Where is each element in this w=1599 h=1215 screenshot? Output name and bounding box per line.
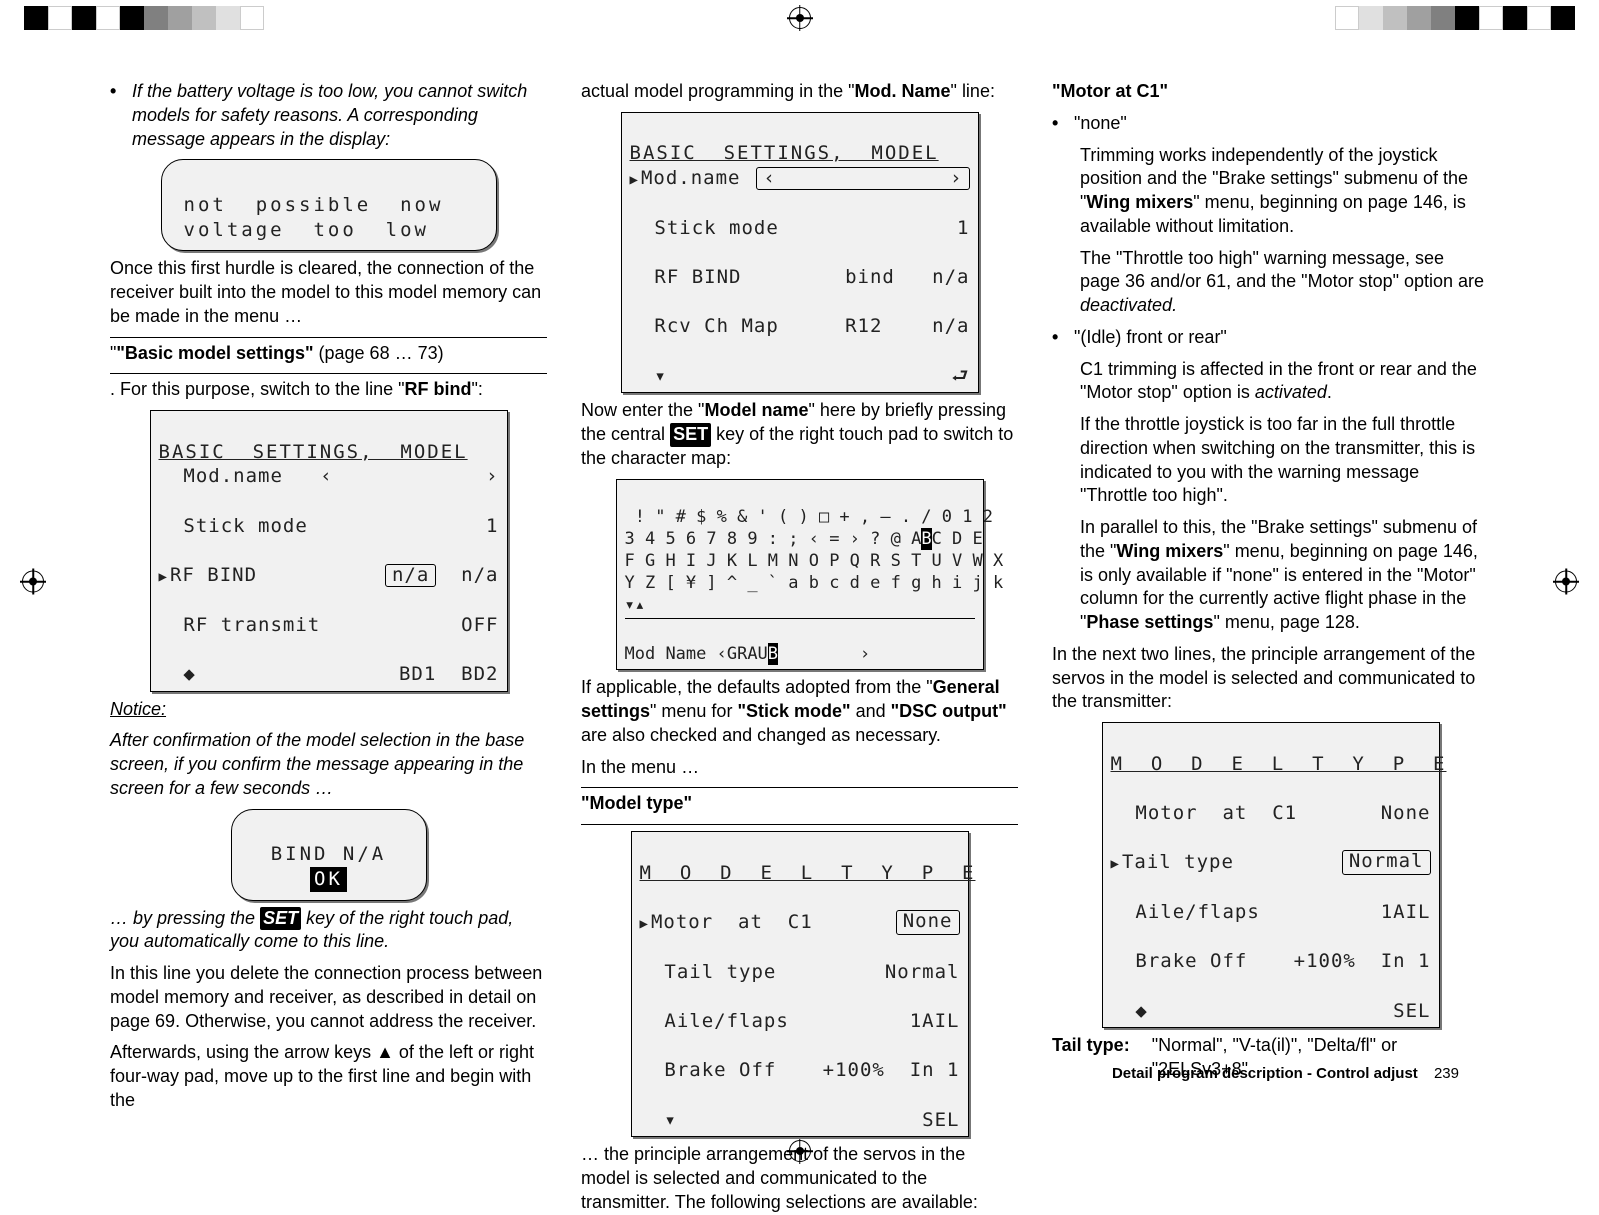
none-label: "none" [1074, 112, 1127, 136]
idle-p2: If the throttle joystick is too far in t… [1080, 413, 1489, 508]
none-p2: The "Throttle too high" warning message,… [1080, 247, 1489, 318]
charmap-l2: 3 4 5 6 7 8 9 : ; ‹ = › ? @ ABC D E [625, 529, 983, 549]
registration-marks-top [0, 6, 1599, 30]
rule [110, 337, 547, 338]
charmap-modname: Mod Name ‹GRAUB › [625, 644, 871, 664]
target-icon [789, 7, 811, 29]
idle-bullet: • "(Idle) front or rear" [1052, 326, 1489, 350]
side-target-right [1555, 571, 1577, 598]
lcd-title: M O D E L T Y P E [640, 861, 960, 886]
rule [110, 373, 547, 374]
tailtype-label: Tail type [1052, 1035, 1124, 1055]
enter-model-name-text: Now enter the "Model name" here by brief… [581, 399, 1018, 470]
set-key-icon: SET [670, 423, 711, 447]
charmap-l1: ! " # $ % & ' ( ) □ + , – . / 0 1 2 [625, 507, 993, 527]
lcd-np-l1: not possible now [184, 194, 444, 216]
lcd-basic-settings-2: BASIC SETTINGS, MODEL Mod.name‹ › Stick … [621, 112, 979, 394]
lcd-model-type-1: M O D E L T Y P E Motor at C1None Tail t… [631, 831, 969, 1137]
actual-programming-line: actual model programming in the "Mod. Na… [581, 80, 1018, 104]
lcd-not-possible: not possible now voltage too low [161, 159, 497, 251]
idle-label: "(Idle) front or rear" [1074, 326, 1227, 350]
idle-p1: C1 trimming is affected in the front or … [1080, 358, 1489, 406]
notice-label: Notice: [110, 699, 166, 719]
switch-line: . For this purpose, switch to the line "… [110, 378, 547, 402]
lcd-np-l2: voltage too low [184, 219, 429, 241]
set-key-icon: SET [260, 907, 301, 931]
low-voltage-text: If the battery voltage is too low, you c… [132, 81, 527, 149]
principle-arrangement-text: … the principle arrangement of the servo… [581, 1143, 1018, 1214]
lcd-title: BASIC SETTINGS, MODEL [159, 441, 468, 463]
rule [581, 824, 1018, 825]
footer-section: Detail program description - Control adj… [1112, 1065, 1418, 1082]
column-2: actual model programming in the "Mod. Na… [581, 80, 1018, 1088]
return-icon: ⮐ [951, 364, 969, 389]
lcd-bind-title: BIND N/A [271, 843, 387, 865]
lcd-title: BASIC SETTINGS, MODEL [630, 142, 939, 164]
inline-delete-text: In this line you delete the connection p… [110, 962, 547, 1033]
notice-text: After confirmation of the model selectio… [110, 730, 524, 798]
charmap-l3: F G H I J K L M N O P Q R S T U V W X [625, 551, 1004, 571]
charmap-arrows: ▾▴ [625, 595, 645, 615]
lcd-bind-na: BIND N/A OK [231, 809, 427, 901]
general-settings-text: If applicable, the defaults adopted from… [581, 676, 1018, 747]
none-bullet: • "none" [1052, 112, 1489, 136]
bms-heading: ""Basic model settings" (page 68 … 73) [110, 342, 547, 366]
rule [581, 787, 1018, 788]
after-hurdle-text: Once this first hurdle is cleared, the c… [110, 257, 547, 328]
lcd-model-type-2: M O D E L T Y P E Motor at C1None Tail t… [1102, 722, 1440, 1028]
idle-p3: In parallel to this, the "Brake settings… [1080, 516, 1489, 635]
page-footer: Detail program description - Control adj… [1112, 1065, 1459, 1082]
lcd-character-map: ! " # $ % & ' ( ) □ + , – . / 0 1 2 3 4 … [616, 479, 984, 671]
lcd-bind-ok: OK [310, 867, 347, 892]
model-type-heading: "Model type" [581, 793, 692, 813]
by-pressing-text: … by pressing the SET key of the right t… [110, 908, 513, 952]
side-target-left [22, 571, 44, 598]
in-menu-text: In the menu … [581, 756, 1018, 780]
page-content: • If the battery voltage is too low, you… [110, 80, 1489, 1088]
lcd-title: M O D E L T Y P E [1111, 752, 1431, 777]
column-3: "Motor at C1" • "none" Trimming works in… [1052, 80, 1489, 1088]
motor-c1-heading: "Motor at C1" [1052, 81, 1168, 101]
charmap-l4: Y Z [ ¥ ] ^ _ ` a b c d e f g h i j k [625, 573, 1004, 593]
lcd-basic-settings-1: BASIC SETTINGS, MODEL Mod.name ‹› Stick … [150, 410, 508, 692]
low-voltage-note: • If the battery voltage is too low, you… [110, 80, 547, 151]
afterwards-text: Afterwards, using the arrow keys ▲ of th… [110, 1041, 547, 1112]
none-p1: Trimming works independently of the joys… [1080, 144, 1489, 239]
next-two-lines-text: In the next two lines, the principle arr… [1052, 643, 1489, 714]
column-1: • If the battery voltage is too low, you… [110, 80, 547, 1088]
footer-page-number: 239 [1434, 1065, 1459, 1082]
